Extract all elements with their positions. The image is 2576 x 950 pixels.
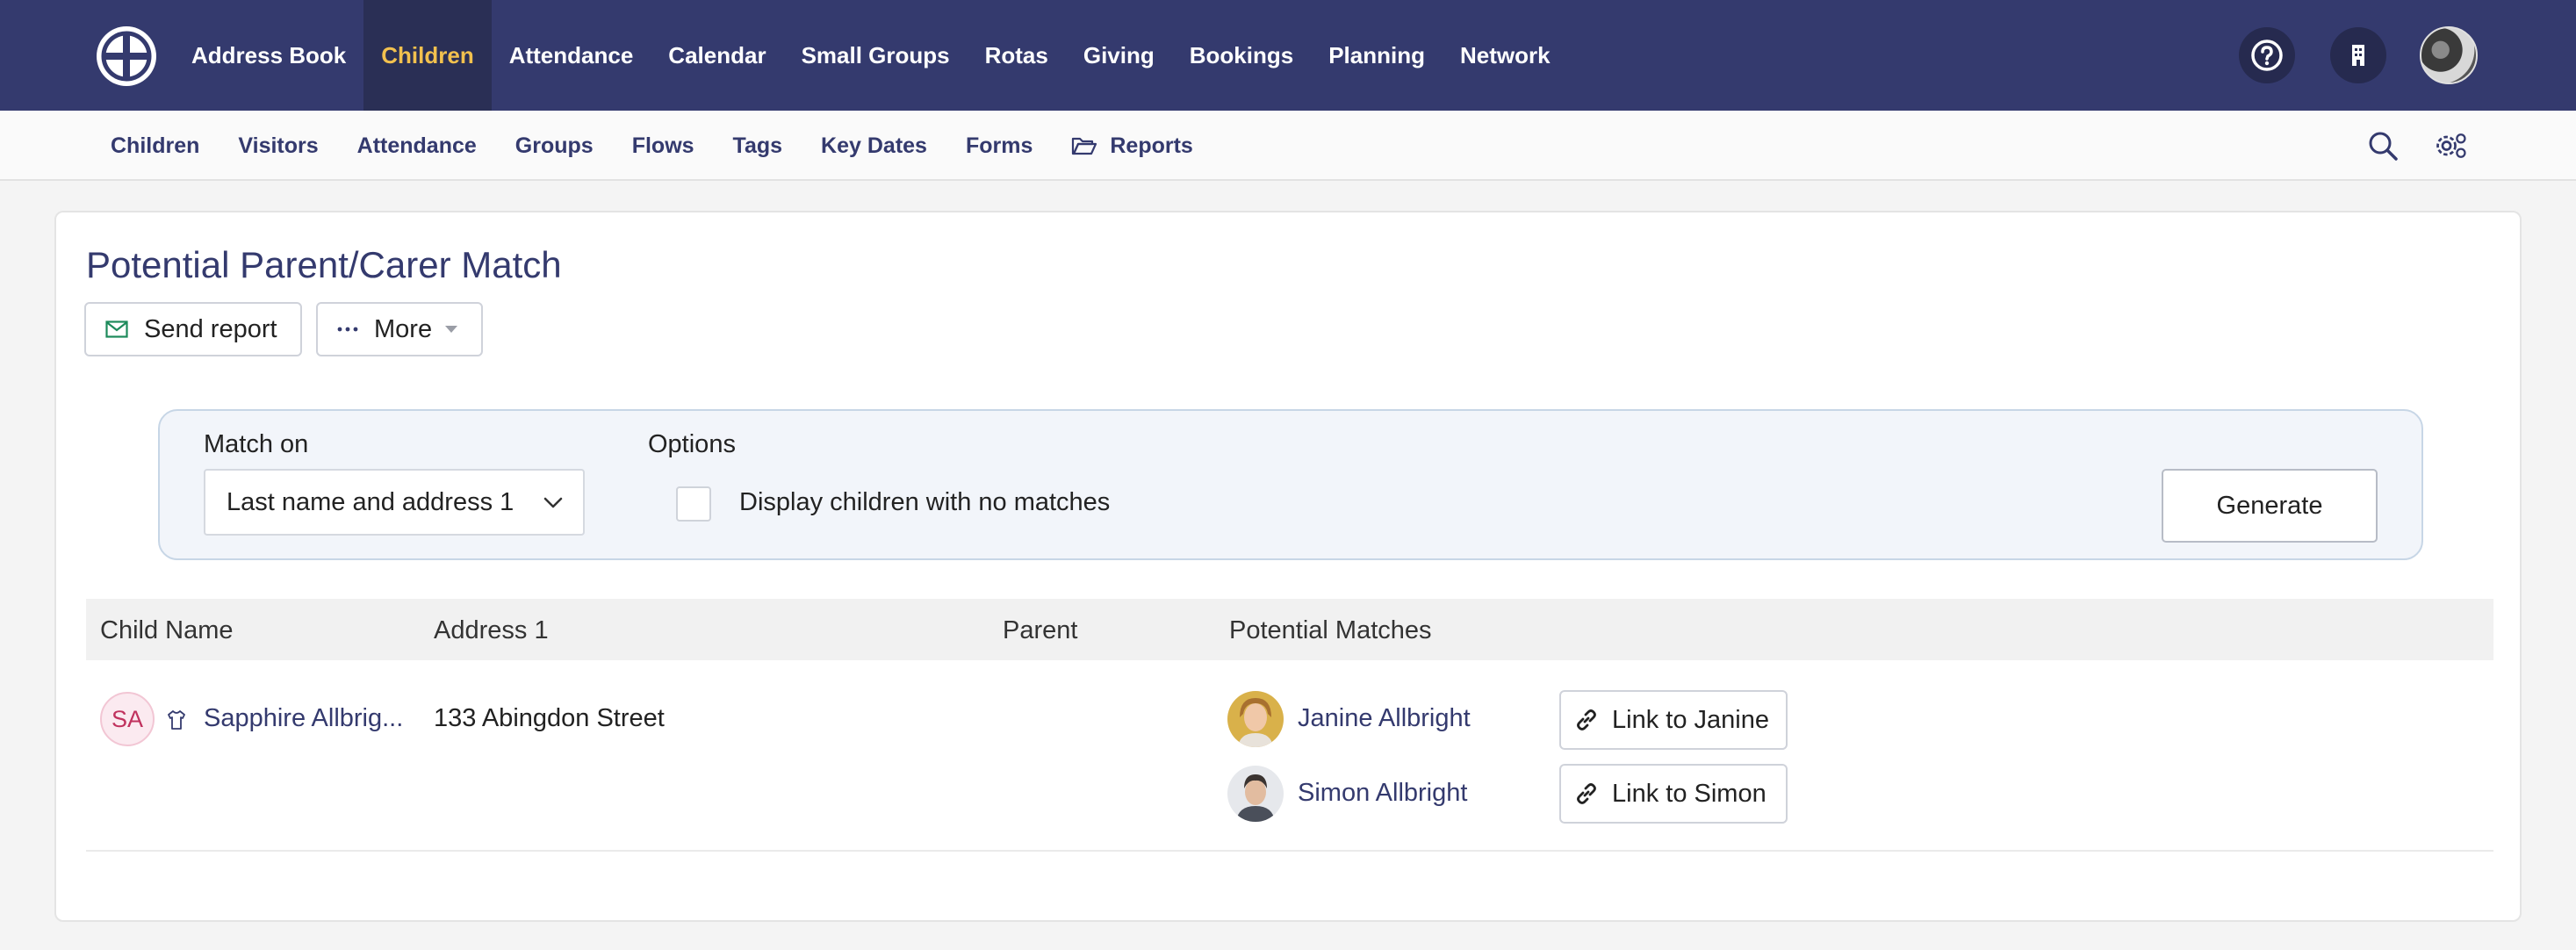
match-avatar (1227, 691, 1284, 747)
send-report-label: Send report (144, 314, 277, 343)
folder-open-icon (1072, 137, 1097, 155)
nav-item-giving[interactable]: Giving (1066, 0, 1172, 111)
column-header-address: Address 1 (434, 616, 549, 644)
send-report-button[interactable]: Send report (84, 302, 302, 356)
page-title: Potential Parent/Carer Match (86, 244, 562, 285)
settings-button[interactable] (2434, 128, 2469, 163)
children-subnav: Children Visitors Attendance Groups Flow… (91, 111, 1212, 181)
options-label: Options (648, 430, 736, 458)
nav-item-bookings[interactable]: Bookings (1172, 0, 1311, 111)
link-to-match-button[interactable]: Link to Simon (1559, 764, 1788, 824)
more-button[interactable]: More (316, 302, 483, 356)
link-icon (1577, 783, 1596, 804)
envelope-icon (105, 320, 128, 338)
gear-icon (2436, 133, 2466, 158)
no-matches-checkbox[interactable] (676, 486, 711, 522)
nav-item-address-book[interactable]: Address Book (174, 0, 363, 111)
subnav-item-tags[interactable]: Tags (714, 111, 802, 181)
filter-panel: Match on Last name and address 1 Options… (158, 409, 2423, 560)
chevron-down-icon (543, 497, 563, 508)
nav-item-small-groups[interactable]: Small Groups (784, 0, 968, 111)
subnav-item-reports[interactable]: Reports (1052, 111, 1212, 181)
subnav-item-forms[interactable]: Forms (946, 111, 1052, 181)
user-avatar[interactable] (2420, 26, 2478, 84)
address-cell: 133 Abingdon Street (434, 704, 665, 732)
nav-item-calendar[interactable]: Calendar (651, 0, 783, 111)
match-on-select[interactable]: Last name and address 1 (204, 469, 585, 536)
link-to-match-label: Link to Simon (1612, 779, 1767, 808)
nav-item-network[interactable]: Network (1443, 0, 1568, 111)
app-logo-icon[interactable] (97, 26, 156, 86)
nav-item-attendance[interactable]: Attendance (492, 0, 651, 111)
table-header: Child Name Address 1 Parent Potential Ma… (86, 599, 2493, 660)
subnav-item-reports-label: Reports (1110, 133, 1193, 158)
generate-button[interactable]: Generate (2162, 469, 2378, 543)
row-divider (86, 850, 2493, 852)
subnav-item-key-dates[interactable]: Key Dates (802, 111, 946, 181)
shirt-icon (168, 710, 185, 730)
subnav-item-flows[interactable]: Flows (613, 111, 714, 181)
match-on-label: Match on (204, 430, 309, 458)
match-name-link[interactable]: Janine Allbright (1298, 704, 1471, 733)
search-button[interactable] (2365, 128, 2400, 163)
nav-item-children[interactable]: Children (363, 0, 492, 111)
column-header-parent: Parent (1003, 616, 1078, 644)
match-avatar (1227, 766, 1284, 822)
top-navigation-bar: Address Book Children Attendance Calenda… (0, 0, 2576, 111)
link-to-match-button[interactable]: Link to Janine (1559, 690, 1788, 750)
caret-down-icon (445, 326, 458, 333)
column-header-child-name: Child Name (100, 616, 234, 644)
help-icon (2251, 40, 2283, 71)
nav-item-rotas[interactable]: Rotas (968, 0, 1066, 111)
building-icon (2352, 45, 2364, 66)
link-icon (1577, 709, 1596, 730)
link-to-match-label: Link to Janine (1612, 705, 1769, 734)
column-header-potential-matches: Potential Matches (1229, 616, 1432, 644)
no-matches-checkbox-label: Display children with no matches (739, 488, 1111, 516)
subnav-item-attendance[interactable]: Attendance (338, 111, 496, 181)
search-icon (2369, 132, 2398, 161)
report-card: Potential Parent/Carer Match Send report… (54, 211, 2522, 922)
ellipsis-icon (337, 327, 358, 332)
child-name-link[interactable]: Sapphire Allbrig... (204, 704, 403, 733)
child-initials-avatar: SA (100, 692, 155, 746)
organisation-button[interactable] (2330, 27, 2386, 83)
more-label: More (374, 314, 433, 343)
primary-nav: Address Book Children Attendance Calenda… (174, 0, 1568, 111)
match-name-link[interactable]: Simon Allbright (1298, 779, 1467, 808)
subnav-item-children[interactable]: Children (91, 111, 219, 181)
match-on-value: Last name and address 1 (227, 487, 514, 516)
secondary-navigation-bar: Children Visitors Attendance Groups Flow… (0, 111, 2576, 181)
help-button[interactable] (2239, 27, 2295, 83)
nav-item-planning[interactable]: Planning (1311, 0, 1443, 111)
subnav-item-groups[interactable]: Groups (496, 111, 613, 181)
subnav-item-visitors[interactable]: Visitors (219, 111, 337, 181)
